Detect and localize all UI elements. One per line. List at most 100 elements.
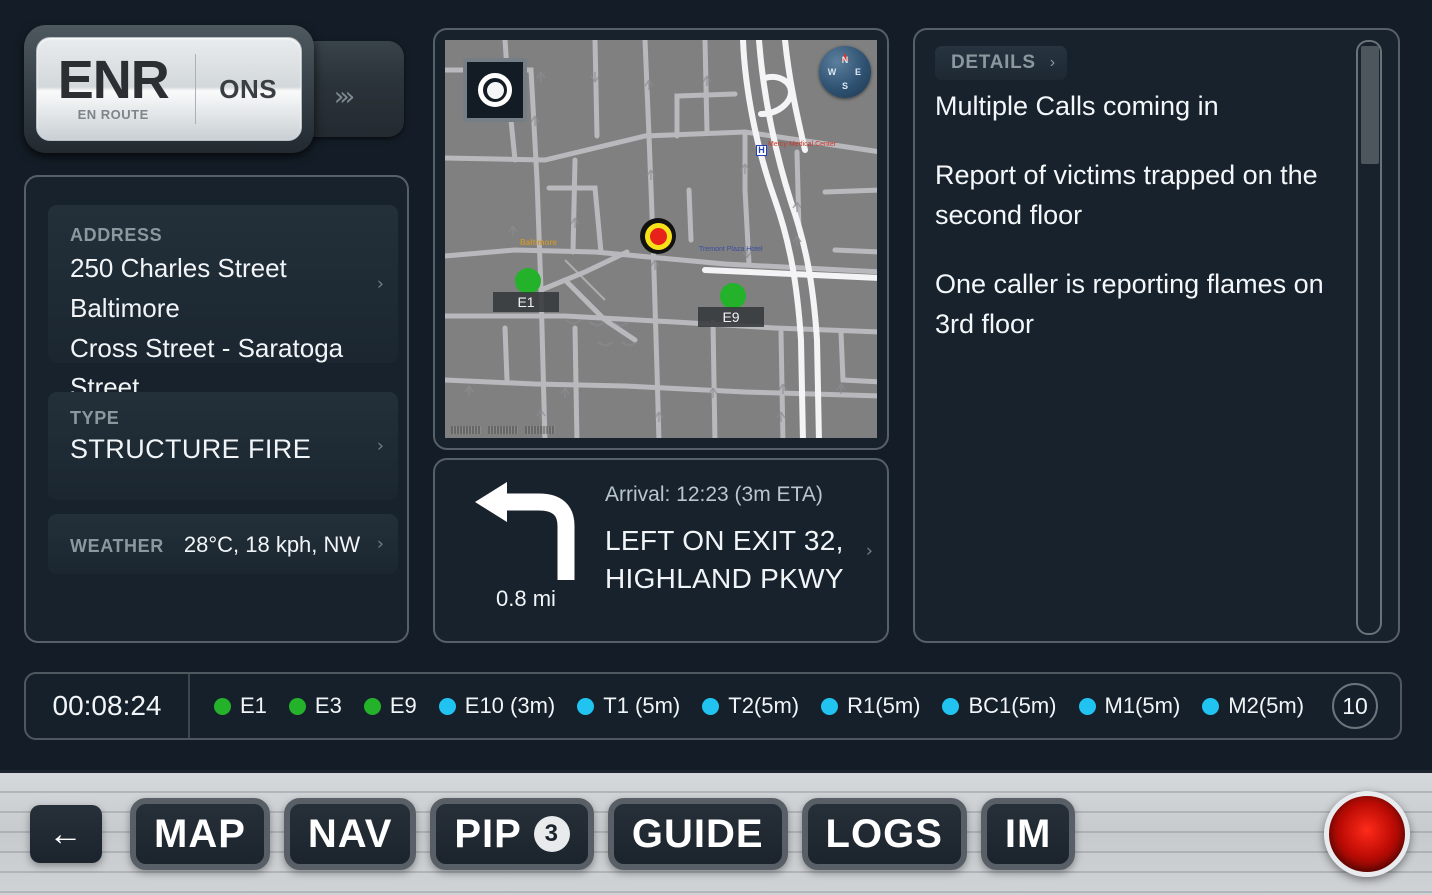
unit-chip[interactable]: M2(5m)	[1202, 693, 1304, 719]
unit-status-dot-icon	[821, 697, 839, 715]
status-toggle[interactable]: ››› ENR EN ROUTE ONS	[24, 25, 404, 153]
toolbar-button-im[interactable]: IM	[980, 798, 1076, 870]
unit-chip[interactable]: BC1(5m)	[942, 693, 1057, 719]
type-card[interactable]: TYPE STRUCTURE FIRE ›	[48, 392, 398, 500]
incident-marker-ring	[644, 222, 672, 250]
toolbar-button-badge: 3	[533, 816, 570, 852]
bottom-toolbar: ← MAP NAV PIP 3 GUIDE LOGS IM	[0, 770, 1432, 895]
unit-chip[interactable]: E3	[288, 693, 342, 719]
compass-north: N	[841, 54, 849, 65]
unit-list: E1 E3 E9 E10 (3m) T1 (5m) T2(5m) R1(5m) BC1(5m)…	[190, 693, 1332, 719]
toolbar-button-label: LOGS	[825, 811, 943, 856]
details-paragraph: Multiple Calls coming in	[935, 91, 1219, 121]
unit-chip[interactable]: E1	[214, 693, 267, 719]
details-text: Multiple Calls coming in Report of victi…	[935, 86, 1335, 373]
compass-south: S	[841, 80, 849, 91]
recenter-icon	[478, 73, 512, 107]
swipe-chevrons-icon[interactable]: ›››	[334, 82, 355, 112]
map-unit-marker[interactable]: E1	[493, 268, 559, 312]
unit-chip[interactable]: M1(5m)	[1078, 693, 1181, 719]
toolbar-button-pip[interactable]: PIP 3	[430, 798, 594, 870]
status-next-option[interactable]: ONS	[195, 74, 301, 105]
unit-chip-label: M2(5m)	[1228, 693, 1305, 718]
address-card[interactable]: ADDRESS 250 Charles Street Baltimore Cro…	[48, 205, 398, 402]
unit-status-dot-icon	[577, 697, 595, 715]
unit-status-bar: 00:08:24 E1 E3 E9 E10 (3m) T1 (5m) T2(5m) R1(5…	[24, 672, 1402, 740]
map-attribution-mark	[451, 426, 481, 434]
compass-icon: N E S W	[819, 46, 871, 98]
toolbar-button-nav[interactable]: NAV	[283, 798, 417, 870]
unit-status-dot-icon	[1202, 697, 1220, 715]
address-line-2: Baltimore	[70, 292, 180, 323]
incident-info-panel: ADDRESS 250 Charles Street Baltimore Cro…	[24, 175, 409, 643]
details-tab-label: DETAILS	[951, 52, 1036, 73]
nav-arrival-eta: Arrival: 12:23 (3m ETA)	[605, 483, 823, 506]
map-unit-label: E9	[698, 307, 764, 327]
toolbar-button-label: IM	[1004, 811, 1052, 856]
toolbar-button-label: GUIDE	[631, 811, 764, 856]
type-chevron-icon[interactable]: ›	[377, 436, 384, 457]
incident-marker-icon[interactable]	[640, 218, 676, 254]
weather-chevron-icon[interactable]: ›	[377, 534, 384, 555]
unit-chip[interactable]: R1(5m)	[821, 693, 920, 719]
map-canvas[interactable]: N E S W Mercy Medical Center H Tremont P…	[445, 40, 877, 438]
map-unit-marker[interactable]: E9	[698, 283, 764, 327]
nav-distance: 0.8 mi	[496, 586, 556, 611]
unit-chip[interactable]: T1 (5m)	[577, 693, 680, 719]
alarm-button[interactable]	[1324, 791, 1410, 877]
status-divider	[195, 54, 197, 124]
unit-chip-label: BC1(5m)	[968, 693, 1057, 718]
unit-chip-label: E10 (3m)	[464, 693, 556, 718]
map-poi-label: Tremont Plaza Hotel	[699, 246, 763, 253]
unit-chip-label: M1(5m)	[1104, 693, 1181, 718]
toolbar-button-label: PIP	[454, 811, 522, 856]
map-attribution	[451, 426, 555, 434]
unit-status-dot-icon	[942, 697, 960, 715]
compass-east: E	[854, 67, 862, 77]
address-chevron-icon[interactable]: ›	[377, 274, 384, 295]
mdt-screen: ››› ENR EN ROUTE ONS ADDRESS 250 Charles…	[0, 0, 1432, 895]
weather-value: 28°C, 18 kph, NW	[183, 532, 361, 557]
map-attribution-mark	[488, 426, 518, 434]
map-poi-label: Baltimore	[520, 238, 557, 247]
unit-chip-label: E3	[314, 693, 342, 718]
unit-chip-label: E9	[389, 693, 417, 718]
map-unit-dot-icon	[515, 268, 541, 294]
details-scrollbar[interactable]	[1356, 40, 1382, 635]
map-panel[interactable]: N E S W Mercy Medical Center H Tremont P…	[433, 28, 889, 450]
unit-status-dot-icon	[438, 697, 456, 715]
navigation-panel[interactable]: 0.8 mi Arrival: 12:23 (3m ETA) LEFT ON E…	[433, 458, 889, 643]
toolbar-button-logs[interactable]: LOGS	[801, 798, 967, 870]
map-unit-dot-icon	[720, 283, 746, 309]
unit-chip[interactable]: T2(5m)	[702, 693, 799, 719]
nav-chevron-icon[interactable]: ›	[866, 540, 873, 561]
status-code: ENR	[57, 50, 170, 111]
details-tab[interactable]: DETAILS ›	[935, 46, 1068, 80]
unit-chip[interactable]: E9	[363, 693, 417, 719]
toolbar-button-label: NAV	[307, 811, 393, 856]
details-paragraph: Report of victims trapped on the second …	[935, 159, 1318, 231]
unit-chip-label: R1(5m)	[847, 693, 921, 718]
status-active-face[interactable]: ENR EN ROUTE ONS	[36, 37, 302, 141]
recenter-button[interactable]	[463, 58, 527, 122]
unit-status-dot-icon	[702, 697, 720, 715]
unit-chip-label: E1	[240, 693, 267, 718]
status-active-frame[interactable]: ENR EN ROUTE ONS	[24, 25, 314, 153]
unit-status-dot-icon	[288, 697, 306, 715]
back-button[interactable]: ←	[30, 805, 102, 863]
type-label: TYPE	[70, 408, 120, 428]
address-label: ADDRESS	[70, 225, 163, 245]
details-scrollbar-thumb[interactable]	[1361, 46, 1379, 164]
map-poi-label: Mercy Medical Center	[768, 141, 837, 148]
hospital-icon: H	[756, 145, 767, 156]
toolbar-button-map[interactable]: MAP	[130, 798, 270, 870]
toolbar-button-guide[interactable]: GUIDE	[607, 798, 788, 870]
details-paragraph: One caller is reporting flames on 3rd fl…	[935, 268, 1324, 340]
unit-count-badge[interactable]: 10	[1332, 683, 1378, 729]
unit-chip-label: T1 (5m)	[603, 693, 681, 718]
weather-card[interactable]: WEATHER 28°C, 18 kph, NW ›	[48, 514, 398, 574]
recenter-icon-dot	[486, 81, 504, 99]
details-chevron-icon[interactable]: ›	[1050, 54, 1055, 72]
unit-chip[interactable]: E10 (3m)	[438, 693, 556, 719]
details-panel: DETAILS › Multiple Calls coming in Repor…	[913, 28, 1400, 643]
